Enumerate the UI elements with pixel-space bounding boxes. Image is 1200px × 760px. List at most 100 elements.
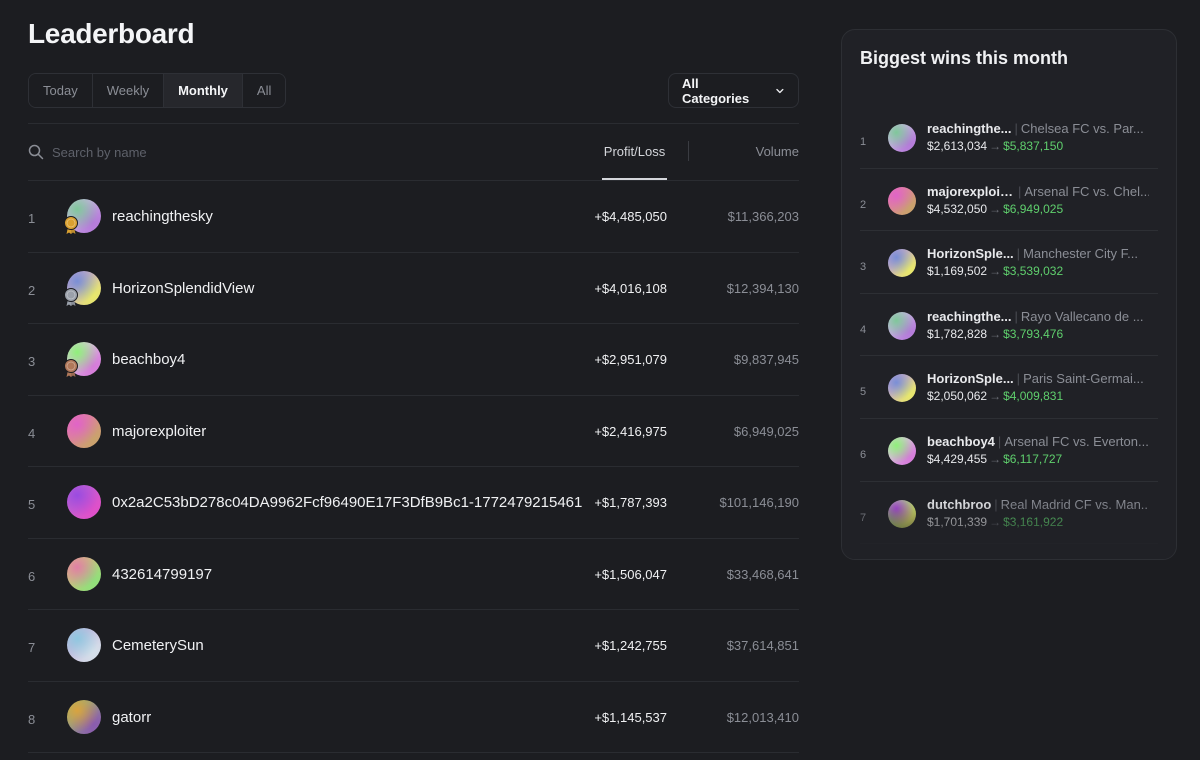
win-list-item[interactable]: 7 dutchbroo | Real Madrid CF vs. Man... $1… [860, 482, 1158, 545]
rank-number: 4 [28, 425, 36, 441]
trader-name[interactable]: 0x2a2C53bD278c04DA9962Fcf96490E17F3DfB9B… [112, 494, 582, 511]
win-amount-line: $1,169,502 → $3,539,032 [927, 264, 1063, 278]
bronze-medal-icon [64, 359, 78, 377]
table-row[interactable]: 1 reachingthesky +$4,485,050 $11,366,203 [28, 181, 799, 253]
win-list-item[interactable]: 3 HorizonSple... | Manchester City F... $1… [860, 231, 1158, 294]
table-row[interactable]: 2 HorizonSplendidView +$4,016,108 $12,394,1… [28, 253, 799, 324]
win-from-amount: $2,050,062 [927, 389, 988, 404]
avatar[interactable] [67, 699, 101, 734]
win-to-amount: $3,539,032 [1003, 264, 1064, 279]
win-trader-name[interactable]: dutchbroo [927, 497, 991, 512]
win-trader-name[interactable]: DrPufferfish [927, 559, 1002, 560]
avatar[interactable] [888, 499, 916, 528]
win-list-item[interactable]: 1 reachingthe... | Chelsea FC vs. Par... $… [860, 106, 1158, 169]
sort-profit-loss-tab[interactable]: Profit/Loss [602, 124, 667, 180]
tab-all[interactable]: All [242, 74, 286, 107]
win-to-amount: $6,949,025 [1003, 201, 1064, 216]
avatar[interactable] [67, 485, 101, 519]
arrow-right-icon: → [989, 451, 1002, 466]
search-input[interactable] [52, 141, 352, 163]
separator: | [997, 433, 1002, 449]
table-row[interactable]: 6 432614799197 +$1,506,047 $33,468,641 [28, 539, 799, 610]
trader-name[interactable]: reachingthesky [112, 208, 213, 225]
tab-today[interactable]: Today [29, 74, 93, 107]
avatar[interactable] [888, 436, 916, 465]
arrow-right-icon: → [989, 139, 1002, 153]
win-list-item[interactable]: 6 beachboy4 | Arsenal FC vs. Everton... $4… [860, 419, 1158, 482]
tab-weekly[interactable]: Weekly [92, 74, 165, 107]
win-match[interactable]: Manchester City F... [1023, 246, 1138, 261]
trader-name[interactable]: HorizonSplendidView [112, 280, 254, 297]
avatar[interactable] [888, 374, 916, 403]
win-from-amount: $1,169,502 [927, 264, 988, 279]
win-list-item[interactable]: 8 DrPufferfish|Wolverhampton Wan... $655… [860, 544, 1158, 560]
win-match[interactable]: Wolverhampton Wan... [1012, 559, 1144, 560]
gold-medal-icon [64, 216, 78, 234]
win-title-line: beachboy4 | Arsenal FC vs. Everton... [927, 434, 1149, 449]
win-amount-line: $4,532,050 → $6,949,025 [927, 202, 1063, 216]
table-row[interactable]: 4 majorexploiter +$2,416,975 $6,949,025 [28, 396, 799, 467]
trader-name[interactable]: majorexploiter [112, 423, 206, 440]
win-trader-name[interactable]: majorexploiter [927, 184, 1015, 199]
table-row[interactable]: 5 0x2a2C53bD278c04DA9962Fcf96490E17F3DfB9… [28, 467, 799, 539]
biggest-wins-panel: Biggest wins this month 1 reachingthe...… [841, 29, 1177, 560]
avatar[interactable] [67, 413, 101, 448]
profit-loss-value: +$4,016,108 [594, 280, 667, 296]
win-list-item[interactable]: 4 reachingthe... | Rayo Vallecano de ... $… [860, 294, 1158, 357]
avatar[interactable] [888, 311, 916, 340]
win-match[interactable]: Chelsea FC vs. Par... [1021, 121, 1144, 136]
table-row[interactable]: 7 CemeterySun +$1,242,755 $37,614,851 [28, 610, 799, 682]
win-from-amount: $4,429,455 [927, 451, 988, 466]
sort-volume-tab[interactable]: Volume [756, 124, 799, 180]
win-title-line: HorizonSple... | Manchester City F... [927, 246, 1149, 261]
volume-value: $11,366,203 [727, 209, 799, 224]
win-match[interactable]: Real Madrid CF vs. Man... [1001, 497, 1149, 512]
win-to-amount: $3,161,922 [1003, 514, 1064, 529]
volume-value: $101,146,190 [719, 495, 799, 510]
win-amount-line: $1,701,339 → $3,161,922 [927, 515, 1063, 529]
avatar[interactable] [888, 249, 916, 278]
win-trader-name[interactable]: HorizonSple... [927, 246, 1014, 261]
profit-loss-value: +$2,951,079 [594, 352, 667, 367]
win-rank: 6 [860, 448, 867, 461]
tab-monthly[interactable]: Monthly [164, 74, 243, 107]
arrow-right-icon: → [989, 514, 1002, 529]
win-amount-line: $4,429,455 → $6,117,727 [927, 452, 1062, 466]
trader-name[interactable]: gatorr [112, 709, 151, 726]
win-match[interactable]: Rayo Vallecano de ... [1021, 309, 1144, 324]
profit-loss-value: +$2,416,975 [594, 423, 667, 439]
table-row[interactable]: 8 gatorr +$1,145,537 $12,013,410 [28, 682, 799, 753]
win-title-line: reachingthe... | Chelsea FC vs. Par... [927, 121, 1149, 136]
win-match[interactable]: Arsenal FC vs. Chel... [1024, 184, 1149, 199]
win-list-item[interactable]: 5 HorizonSple... | Paris Saint-Germai... $… [860, 356, 1158, 419]
win-to-amount: $4,009,831 [1003, 389, 1064, 404]
trader-name[interactable]: 432614799197 [112, 566, 212, 583]
win-from-amount: $1,701,339 [927, 514, 988, 529]
win-title-line: majorexploiter | Arsenal FC vs. Chel... [927, 184, 1149, 199]
trader-name[interactable]: CemeterySun [112, 637, 204, 654]
avatar[interactable] [888, 124, 916, 152]
win-trader-name[interactable]: reachingthe... [927, 309, 1012, 324]
rank-number: 8 [28, 711, 36, 727]
profit-loss-value: +$1,242,755 [594, 638, 667, 653]
volume-value: $37,614,851 [726, 638, 799, 653]
win-trader-name[interactable]: reachingthe... [927, 121, 1012, 136]
volume-value: $33,468,641 [726, 566, 799, 582]
win-trader-name[interactable]: HorizonSple... [927, 371, 1014, 386]
avatar[interactable] [888, 186, 916, 215]
win-match[interactable]: Paris Saint-Germai... [1023, 371, 1144, 386]
table-row[interactable]: 3 beachboy4 +$2,951,079 $9,837,945 [28, 324, 799, 396]
volume-value: $9,837,945 [733, 352, 799, 367]
biggest-wins-list: 1 reachingthe... | Chelsea FC vs. Par... $… [860, 106, 1158, 560]
win-list-item[interactable]: 2 majorexploiter | Arsenal FC vs. Chel... … [860, 169, 1158, 232]
win-trader-name[interactable]: beachboy4 [927, 434, 995, 449]
win-title-line: reachingthe... | Rayo Vallecano de ... [927, 309, 1149, 324]
leaderboard-table: 1 reachingthesky +$4,485,050 $11,366,203 2 Ho… [28, 181, 799, 753]
category-dropdown[interactable]: All Categories [668, 73, 799, 108]
win-match[interactable]: Arsenal FC vs. Everton... [1004, 434, 1149, 449]
trader-name[interactable]: beachboy4 [112, 351, 185, 368]
avatar[interactable] [67, 628, 101, 662]
rank-number: 7 [28, 640, 36, 655]
win-rank: 4 [860, 323, 867, 336]
avatar[interactable] [67, 556, 101, 591]
